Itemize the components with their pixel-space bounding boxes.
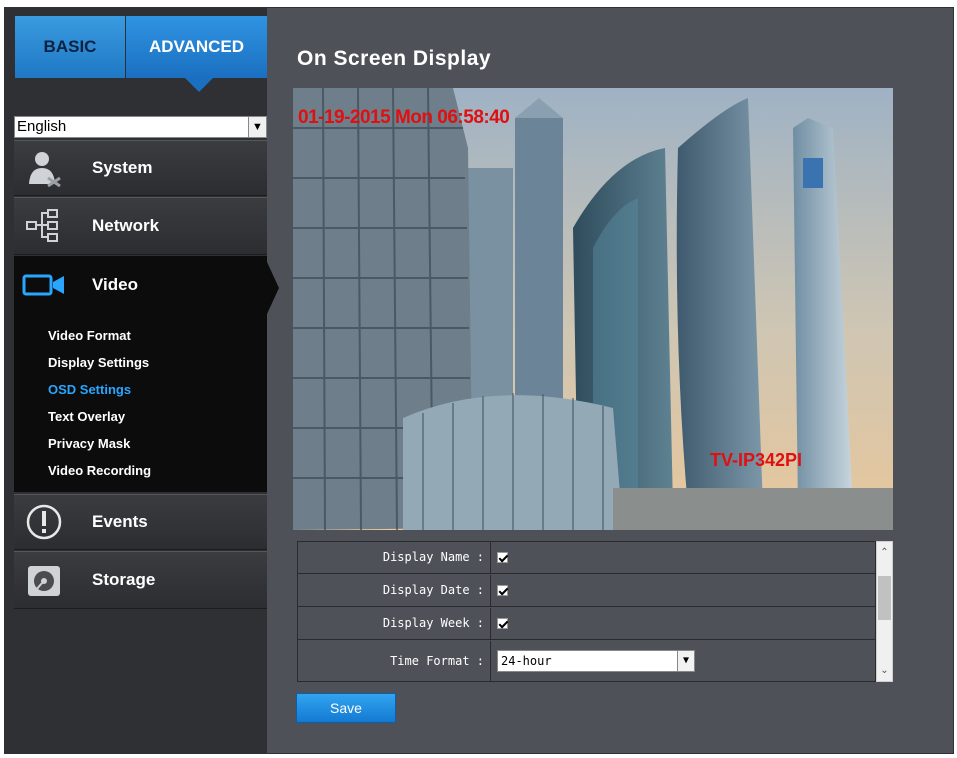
table-row: Display Date :: [298, 575, 875, 607]
submenu-video-recording[interactable]: Video Recording: [48, 457, 151, 484]
scroll-down-icon[interactable]: ⌄: [877, 662, 892, 679]
display-week-checkbox[interactable]: [497, 618, 508, 629]
time-format-select[interactable]: 24-hour ▼: [497, 650, 695, 672]
display-date-label: Display Date :: [298, 575, 491, 606]
osd-datetime-overlay: 01-19-2015 Mon 06:58:40: [298, 107, 510, 128]
submenu-osd-settings[interactable]: OSD Settings: [48, 376, 151, 403]
sidebar-item-label: Network: [92, 216, 160, 235]
active-tab-pointer: [185, 78, 213, 92]
camera-preview: [293, 88, 893, 530]
language-select[interactable]: English ▼: [14, 116, 267, 138]
settings-scrollbar[interactable]: ⌃ ⌄: [876, 541, 893, 682]
language-selected: English: [17, 118, 67, 135]
chevron-down-icon[interactable]: ▼: [248, 117, 266, 137]
time-format-value: 24-hour: [501, 654, 552, 668]
sidebar-item-network[interactable]: Network: [14, 197, 267, 255]
alert-icon: [14, 495, 74, 549]
sidebar-item-video[interactable]: Video: [14, 256, 272, 314]
sidebar-item-label: Events: [92, 512, 148, 531]
sidebar-video-section: Video Video Format Display Settings OSD …: [14, 256, 267, 492]
storage-icon: [14, 552, 74, 608]
sidebar-item-storage[interactable]: Storage: [14, 551, 267, 609]
display-name-checkbox[interactable]: [497, 552, 508, 563]
sidebar-item-label: Video: [92, 275, 138, 294]
submenu-text-overlay[interactable]: Text Overlay: [48, 403, 151, 430]
video-submenu: Video Format Display Settings OSD Settin…: [48, 322, 151, 484]
sidebar-item-events[interactable]: Events: [14, 494, 267, 550]
sidebar-item-label: Storage: [92, 570, 156, 589]
display-name-label: Display Name :: [298, 542, 491, 573]
video-camera-icon: [14, 273, 74, 297]
submenu-privacy-mask[interactable]: Privacy Mask: [48, 430, 151, 457]
scrollbar-thumb[interactable]: [878, 576, 891, 620]
submenu-video-format[interactable]: Video Format: [48, 322, 151, 349]
osd-camera-name-overlay: TV-IP342PI: [710, 450, 803, 470]
page-title: On Screen Display: [297, 47, 492, 70]
sidebar-item-label: System: [92, 158, 153, 177]
city-skyline-image: [293, 88, 893, 530]
table-row: Display Name :: [298, 542, 875, 574]
scroll-up-icon[interactable]: ⌃: [877, 544, 892, 561]
table-row: Time Format : 24-hour ▼: [298, 641, 875, 681]
mode-tabs: BASIC ADVANCED: [5, 8, 267, 92]
tab-advanced[interactable]: ADVANCED: [126, 16, 267, 78]
osd-settings-table: Display Name : Display Date : Display We…: [297, 541, 876, 682]
sidebar-item-system[interactable]: System: [14, 140, 267, 196]
submenu-display-settings[interactable]: Display Settings: [48, 349, 151, 376]
system-icon: [14, 141, 74, 195]
table-row: Display Week :: [298, 608, 875, 640]
chevron-down-icon[interactable]: ▼: [677, 651, 694, 671]
time-format-label: Time Format :: [298, 641, 491, 681]
tab-basic[interactable]: BASIC: [15, 16, 125, 78]
display-date-checkbox[interactable]: [497, 585, 508, 596]
display-week-label: Display Week :: [298, 608, 491, 639]
active-section-pointer: [267, 262, 279, 314]
network-icon: [14, 198, 74, 254]
save-button[interactable]: Save: [296, 693, 396, 723]
